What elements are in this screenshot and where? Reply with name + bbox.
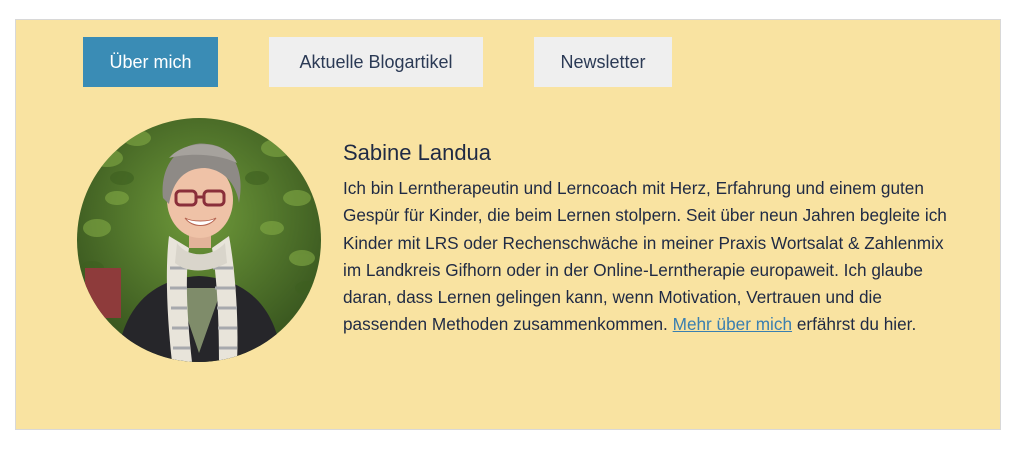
author-description: Ich bin Lerntherapeutin und Lerncoach mi… [343, 175, 963, 339]
author-avatar [77, 118, 321, 362]
bio-text: Ich bin Lerntherapeutin und Lerncoach mi… [343, 178, 947, 335]
tab-newsletter[interactable]: Newsletter [534, 37, 672, 87]
tab-recent-blog-posts[interactable]: Aktuelle Blogartikel [269, 37, 483, 87]
author-name: Sabine Landua [343, 140, 492, 165]
author-box: Über mich Aktuelle Blogartikel Newslette… [15, 19, 1001, 430]
tab-about-me[interactable]: Über mich [83, 37, 218, 87]
author-portrait-image [77, 118, 321, 362]
author-bio: Sabine Landua Ich bin Lerntherapeutin un… [343, 140, 963, 339]
more-about-me-link[interactable]: Mehr über mich [673, 314, 792, 334]
bio-suffix: erfährst du hier. [796, 314, 917, 335]
